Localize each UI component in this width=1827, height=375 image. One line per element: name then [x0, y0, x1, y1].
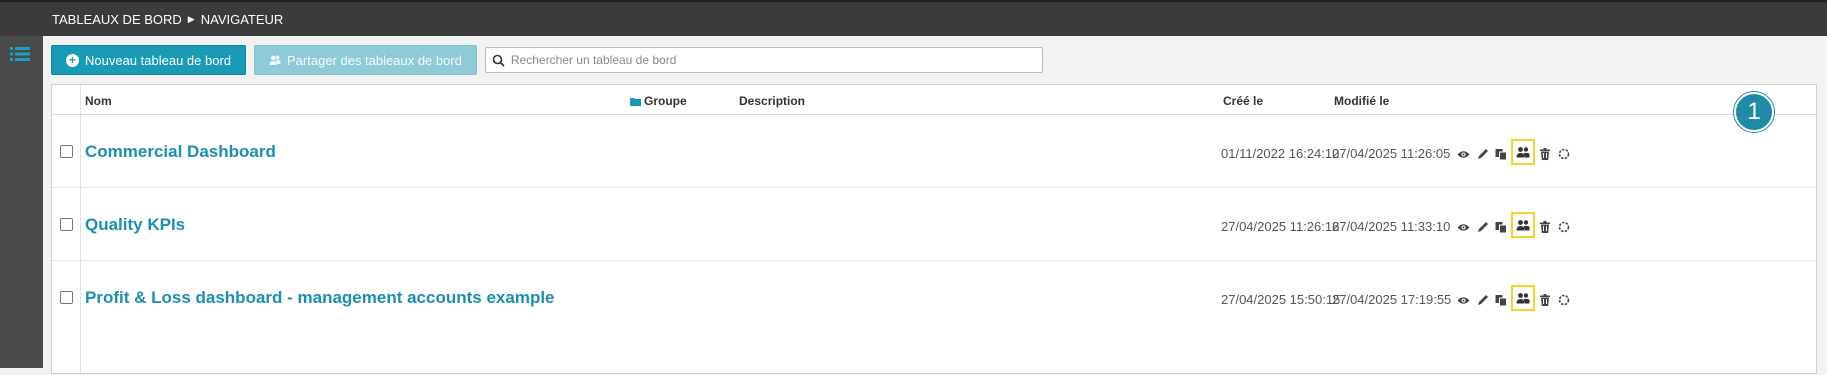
modified-date: 27/04/2025 11:33:10: [1332, 219, 1451, 234]
row-checkbox[interactable]: [60, 145, 73, 158]
header-name[interactable]: Nom: [85, 94, 112, 108]
row-checkbox[interactable]: [60, 291, 73, 304]
view-eye-icon[interactable]: [1454, 218, 1473, 236]
header-modified[interactable]: Modifié le: [1334, 94, 1389, 108]
table-row: Quality KPIs 27/04/2025 11:26:16 27/04/2…: [52, 188, 1816, 261]
view-eye-icon[interactable]: [1454, 291, 1473, 309]
share-users-icon[interactable]: [1511, 285, 1535, 311]
step-number-badge: 1: [1734, 92, 1774, 132]
created-date: 01/11/2022 16:24:10: [1221, 146, 1340, 161]
main-content: + Nouveau tableau de bord Partager des t…: [43, 36, 1827, 375]
toolbar: + Nouveau tableau de bord Partager des t…: [51, 45, 1043, 75]
sidebar: [0, 36, 43, 368]
header-description[interactable]: Description: [739, 94, 805, 108]
list-icon[interactable]: [10, 46, 30, 62]
share-users-icon[interactable]: [1511, 139, 1535, 165]
dashboards-table: Nom Groupe Description Créé le Modifié l…: [51, 84, 1817, 375]
share-dashboards-label: Partager des tableaux de bord: [287, 52, 462, 68]
modified-date: 27/04/2025 17:19:55: [1332, 292, 1452, 307]
header-group[interactable]: Groupe: [630, 94, 687, 108]
new-dashboard-label: Nouveau tableau de bord: [85, 52, 232, 68]
plus-circle-icon: +: [66, 53, 79, 67]
breadcrumb-navigator: NAVIGATEUR: [200, 11, 284, 27]
search-input[interactable]: [510, 53, 1031, 67]
breadcrumb-separator-icon: ▶: [187, 13, 195, 24]
edit-pencil-icon[interactable]: [1473, 218, 1492, 236]
trash-icon[interactable]: [1535, 145, 1554, 163]
top-navigation-bar: TABLEAUX DE BORD ▶ NAVIGATEUR: [0, 0, 1827, 36]
table-row: Profit & Loss dashboard - management acc…: [52, 261, 1816, 334]
created-date: 27/04/2025 15:50:15: [1221, 292, 1341, 307]
row-actions: [1454, 212, 1573, 238]
circle-dashed-icon[interactable]: [1554, 218, 1573, 236]
dashboard-name-link[interactable]: Profit & Loss dashboard - management acc…: [85, 288, 555, 308]
search-icon: [492, 54, 505, 67]
circle-dashed-icon[interactable]: [1554, 291, 1573, 309]
edit-pencil-icon[interactable]: [1473, 291, 1492, 309]
users-icon: [269, 55, 281, 65]
table-row: Commercial Dashboard 01/11/2022 16:24:10…: [52, 115, 1816, 188]
copy-icon[interactable]: [1492, 145, 1511, 163]
created-date: 27/04/2025 11:26:16: [1221, 219, 1340, 234]
copy-icon[interactable]: [1492, 291, 1511, 309]
search-box: [484, 47, 1043, 73]
row-checkbox[interactable]: [60, 218, 73, 231]
trash-icon[interactable]: [1535, 218, 1554, 236]
table-header: Nom Groupe Description Créé le Modifié l…: [52, 85, 1816, 115]
breadcrumb-dashboards[interactable]: TABLEAUX DE BORD: [52, 12, 182, 27]
trash-icon[interactable]: [1535, 291, 1554, 309]
row-actions: [1454, 139, 1573, 165]
header-created[interactable]: Créé le: [1223, 94, 1263, 108]
header-group-label: Groupe: [644, 94, 687, 108]
edit-pencil-icon[interactable]: [1473, 145, 1492, 163]
circle-dashed-icon[interactable]: [1554, 145, 1573, 163]
dashboard-name-link[interactable]: Commercial Dashboard: [85, 142, 276, 162]
share-users-icon[interactable]: [1511, 212, 1535, 238]
new-dashboard-button[interactable]: + Nouveau tableau de bord: [51, 45, 247, 75]
row-actions: [1454, 285, 1573, 311]
modified-date: 27/04/2025 11:26:05: [1332, 146, 1451, 161]
share-dashboards-button[interactable]: Partager des tableaux de bord: [254, 45, 477, 75]
copy-icon[interactable]: [1492, 218, 1511, 236]
dashboard-name-link[interactable]: Quality KPIs: [85, 215, 185, 235]
view-eye-icon[interactable]: [1454, 145, 1473, 163]
folder-icon: [630, 97, 641, 106]
